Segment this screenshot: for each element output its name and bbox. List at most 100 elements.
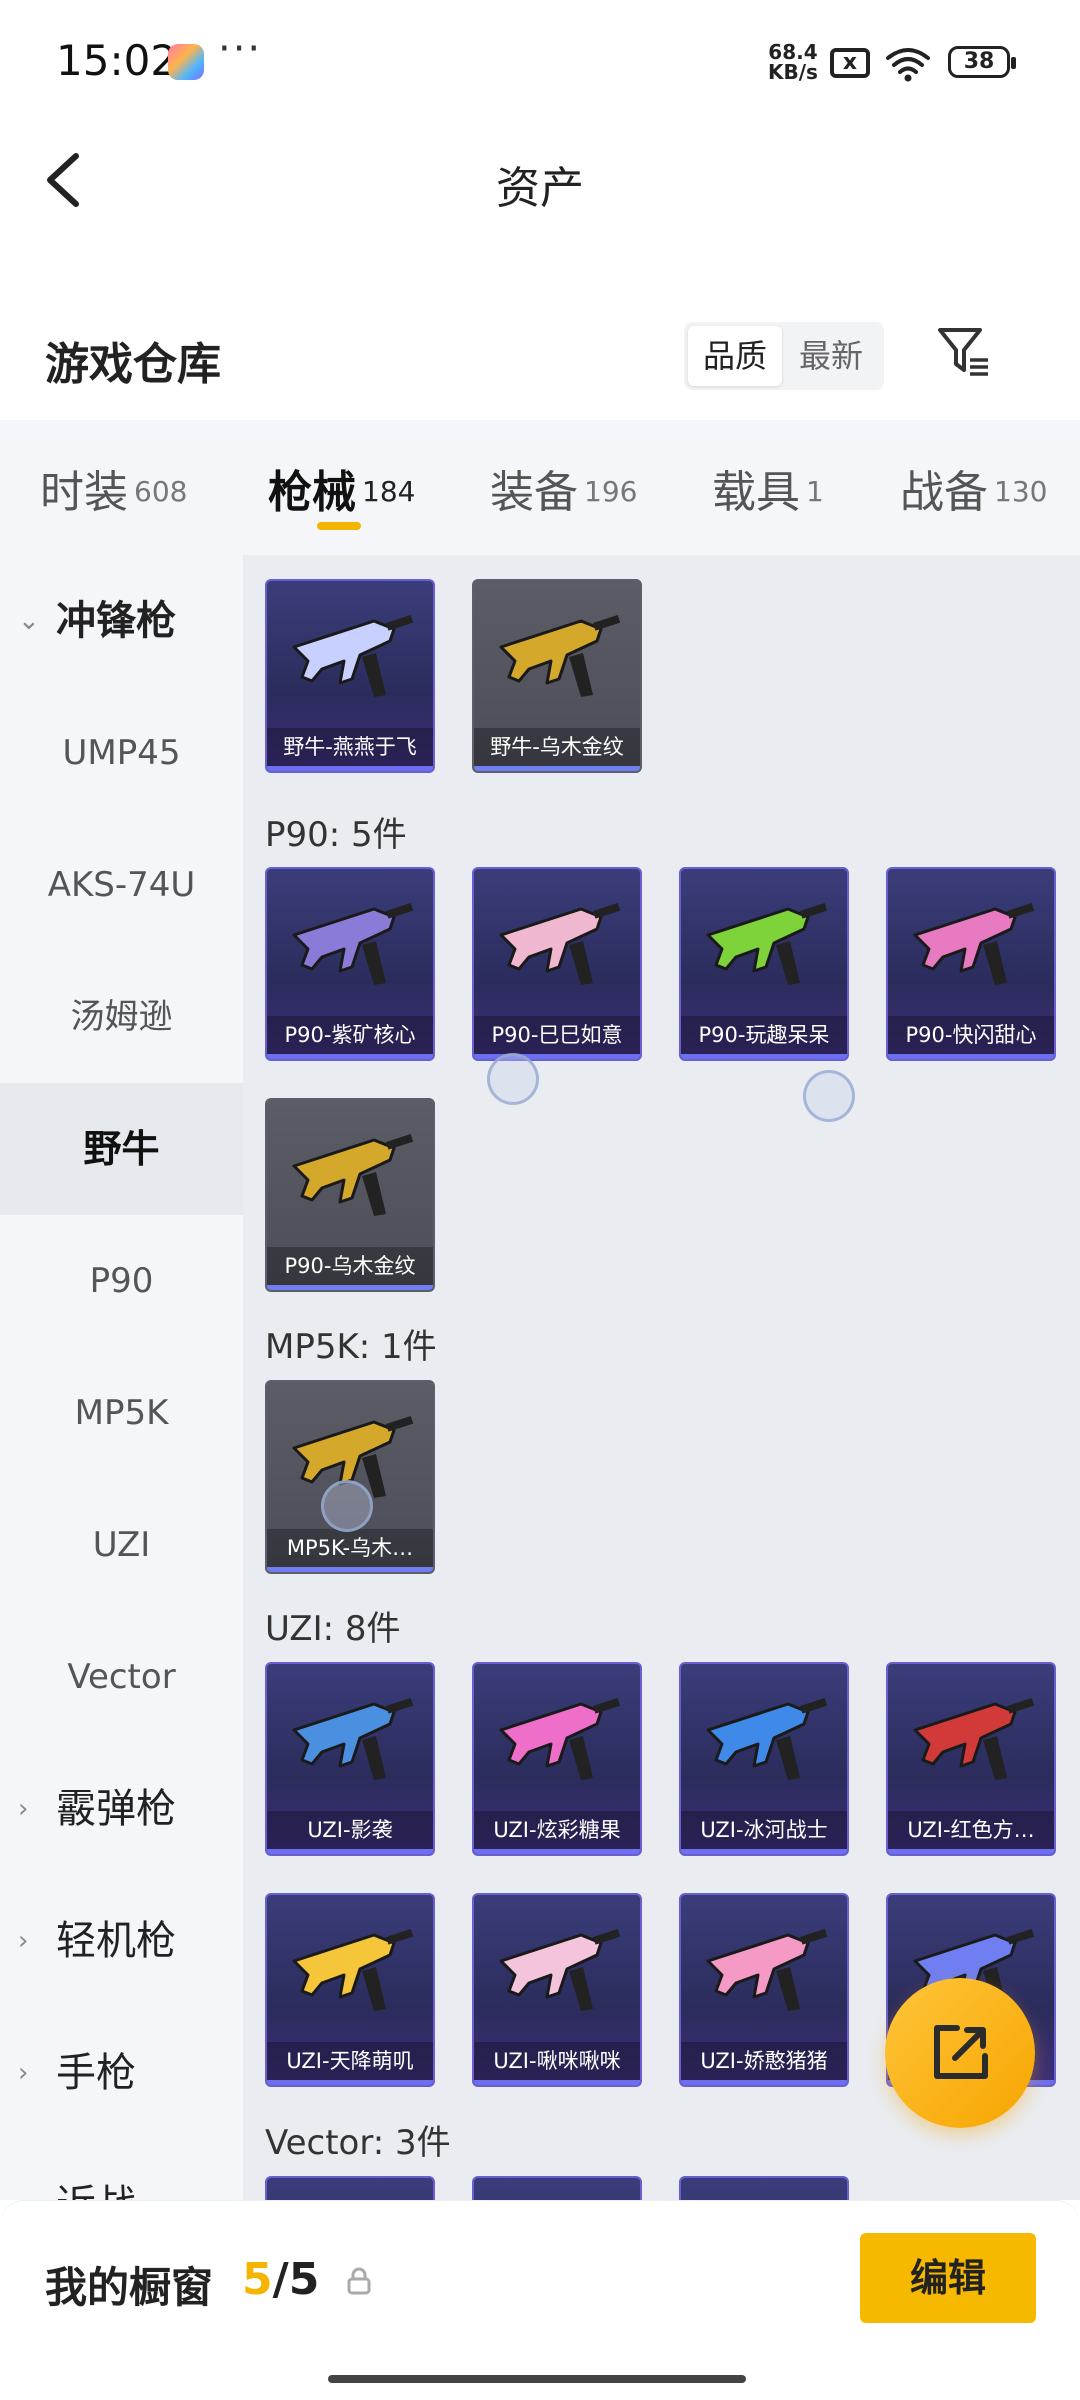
sidebar-item-pistol[interactable]: › 手枪 xyxy=(0,2007,243,2139)
quality-bar xyxy=(267,1849,433,1854)
weapon-skin-image xyxy=(499,614,621,697)
weapon-skin-card[interactable]: 野牛-燕燕于飞 xyxy=(265,579,435,773)
tab-label: 枪械 xyxy=(268,467,356,518)
weapon-skin-image xyxy=(292,1133,414,1216)
weapon-skin-card[interactable]: P90-乌木金纹 xyxy=(265,1098,435,1292)
weapon-skin-card[interactable] xyxy=(679,2176,849,2200)
weapon-skin-name: MP5K-乌木… xyxy=(267,1529,433,1567)
weapon-skin-card[interactable]: UZI-红色方… xyxy=(886,1662,1056,1856)
group-header: UZI: 8件 xyxy=(265,1609,401,1649)
sidebar-item-label: Vector xyxy=(67,1657,176,1697)
sidebar-item-shotgun[interactable]: › 霰弹枪 xyxy=(0,1743,243,1875)
quality-bar xyxy=(681,1849,847,1854)
battery-icon: 38 xyxy=(948,46,1016,78)
sidebar-item-thompson[interactable]: 汤姆逊 xyxy=(0,951,243,1083)
showcase-total: /5 xyxy=(272,2254,320,2305)
quality-bar xyxy=(474,2080,640,2085)
weapon-skin-card[interactable]: P90-巳巳如意 xyxy=(472,867,642,1061)
sidebar-item-lmg[interactable]: › 轻机枪 xyxy=(0,1875,243,2007)
category-tabs: 时装 608 枪械 184 装备 196 载具 1 战备 130 xyxy=(0,420,1080,555)
quality-bar xyxy=(267,766,433,771)
weapon-skin-image xyxy=(706,902,828,985)
weapon-skin-card[interactable]: MP5K-乌木… xyxy=(265,1380,435,1574)
weapon-skin-name: UZI-啾咪啾咪 xyxy=(474,2042,640,2080)
filter-icon[interactable] xyxy=(934,322,992,380)
quality-bar xyxy=(681,1054,847,1059)
sidebar-item-ump45[interactable]: UMP45 xyxy=(0,687,243,819)
weapon-skin-name: UZI-娇憨猪猪 xyxy=(681,2042,847,2080)
weapon-skin-name: UZI-红色方… xyxy=(888,1811,1054,1849)
chevron-right-icon: › xyxy=(18,1926,29,1956)
weapon-skin-name: 野牛-乌木金纹 xyxy=(474,728,640,766)
tab-label: 战备 xyxy=(900,467,988,518)
weapon-skin-image xyxy=(499,1697,621,1780)
tab-count: 130 xyxy=(994,475,1048,508)
tab-firearms[interactable]: 枪械 184 xyxy=(268,456,415,520)
wifi-icon xyxy=(886,48,930,82)
weapon-skin-card[interactable]: UZI-娇憨猪猪 xyxy=(679,1893,849,2087)
sidebar-item-mp5k[interactable]: MP5K xyxy=(0,1347,243,1479)
sort-toggle: 品质 最新 xyxy=(684,322,884,390)
tab-count: 196 xyxy=(584,475,638,508)
weapon-skin-card[interactable]: UZI-影袭 xyxy=(265,1662,435,1856)
sort-latest-button[interactable]: 最新 xyxy=(784,326,878,386)
sidebar-item-label: UZI xyxy=(92,1525,151,1565)
chevron-right-icon: › xyxy=(18,2058,29,2088)
weapon-skin-card[interactable]: P90-快闪甜心 xyxy=(886,867,1056,1061)
weapon-skin-image xyxy=(706,1928,828,2011)
chevron-right-icon: › xyxy=(18,1794,29,1824)
weapon-skin-card[interactable]: UZI-啾咪啾咪 xyxy=(472,1893,642,2087)
weapon-skin-card[interactable]: P90-紫矿核心 xyxy=(265,867,435,1061)
warehouse-title: 游戏仓库 xyxy=(45,339,221,390)
tab-equipment[interactable]: 装备 196 xyxy=(490,456,637,520)
sidebar-item-label: 汤姆逊 xyxy=(70,997,173,1037)
tab-fashion[interactable]: 时装 608 xyxy=(40,456,187,520)
group-header: P90: 5件 xyxy=(265,815,407,855)
sidebar-item-uzi[interactable]: UZI xyxy=(0,1479,243,1611)
tab-label: 时装 xyxy=(40,467,128,518)
net-speed: 68.4 KB/s xyxy=(768,42,818,82)
sidebar-item-aks74u[interactable]: AKS-74U xyxy=(0,819,243,951)
showcase-current: 5 xyxy=(242,2254,273,2305)
sidebar-item-smg[interactable]: ⌄ 冲锋枪 xyxy=(0,555,243,687)
weapon-skin-image xyxy=(499,902,621,985)
game-app-icon xyxy=(168,44,204,80)
tab-supplies[interactable]: 战备 130 xyxy=(900,456,1047,520)
sim-off-icon: x xyxy=(830,48,870,78)
quality-bar xyxy=(267,1285,433,1290)
sidebar-item-bizon[interactable]: 野牛 xyxy=(0,1083,243,1215)
touch-ripple xyxy=(803,1070,855,1122)
quality-bar xyxy=(888,1849,1054,1854)
sidebar-item-label: 轻机枪 xyxy=(56,1918,176,1964)
sidebar-item-label: 野牛 xyxy=(83,1127,160,1171)
app-root: 15:02 ··· 68.4 KB/s x 38 资产 游戏仓库 品质 最新 时… xyxy=(0,0,1080,2400)
weapon-skin-card[interactable]: UZI-天降萌叽 xyxy=(265,1893,435,2087)
group-header: Vector: 3件 xyxy=(265,2123,451,2163)
weapon-skin-name: UZI-冰河战士 xyxy=(681,1811,847,1849)
edit-button[interactable]: 编辑 xyxy=(860,2233,1036,2323)
weapon-skin-image xyxy=(292,1928,414,2011)
weapon-skin-card[interactable] xyxy=(472,2176,642,2200)
chevron-down-icon: ⌄ xyxy=(18,606,40,636)
sidebar-item-p90[interactable]: P90 xyxy=(0,1215,243,1347)
weapon-skin-card[interactable]: UZI-炫彩糖果 xyxy=(472,1662,642,1856)
weapon-skin-name: P90-巳巳如意 xyxy=(474,1016,640,1054)
weapon-skin-card[interactable]: UZI-冰河战士 xyxy=(679,1662,849,1856)
sort-quality-button[interactable]: 品质 xyxy=(688,326,782,386)
sidebar-item-label: UMP45 xyxy=(62,733,181,773)
weapon-skin-card[interactable]: P90-玩趣呆呆 xyxy=(679,867,849,1061)
sidebar-item-label: MP5K xyxy=(74,1393,169,1433)
weapon-skin-card[interactable] xyxy=(265,2176,435,2200)
sidebar-item-vector[interactable]: Vector xyxy=(0,1611,243,1743)
sidebar-item-melee[interactable]: › 近战 xyxy=(0,2139,243,2200)
share-button[interactable] xyxy=(885,1978,1035,2128)
quality-bar xyxy=(267,1567,433,1572)
weapon-type-sidebar: ⌄ 冲锋枪 UMP45 AKS-74U 汤姆逊 野牛 P90 MP5K UZI … xyxy=(0,555,243,2200)
weapon-skin-name: UZI-炫彩糖果 xyxy=(474,1811,640,1849)
group-header: MP5K: 1件 xyxy=(265,1327,437,1367)
weapon-skin-card[interactable]: 野牛-乌木金纹 xyxy=(472,579,642,773)
tab-vehicles[interactable]: 载具 1 xyxy=(712,456,824,520)
weapon-skin-name: UZI-影袭 xyxy=(267,1811,433,1849)
home-indicator xyxy=(328,2375,746,2383)
weapon-skin-name: P90-紫矿核心 xyxy=(267,1016,433,1054)
